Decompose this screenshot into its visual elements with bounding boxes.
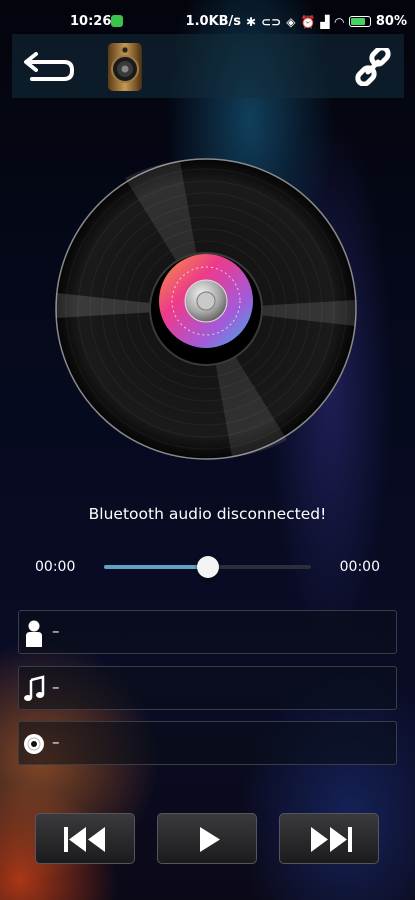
seek-progress (104, 565, 208, 569)
vibrate-icon: ◈ (286, 14, 296, 29)
play-icon (200, 827, 220, 852)
speaker-icon[interactable] (104, 42, 146, 92)
connection-status-message: Bluetooth audio disconnected! (88, 505, 327, 523)
album-row: – (18, 721, 397, 765)
play-button[interactable] (157, 813, 257, 864)
total-time: 00:00 (339, 559, 380, 575)
title-row: – (18, 666, 397, 710)
link-chain-icon[interactable] (352, 48, 394, 86)
next-track-icon (311, 827, 352, 852)
back-arrow-icon[interactable] (20, 48, 76, 84)
person-icon (26, 620, 42, 647)
hd-signal-icon: ▟ (320, 14, 330, 29)
battery-charging-icon (348, 16, 371, 27)
album-value: – (52, 733, 60, 751)
network-speed: 1.0KB/s (185, 14, 242, 29)
alarm-icon: ⏰ (300, 14, 316, 29)
vpn-key-icon: ⊂⊃ (261, 14, 282, 29)
previous-track-icon (64, 827, 105, 852)
bluetooth-icon: ✱ (246, 14, 257, 29)
status-time: 10:26 (70, 14, 112, 29)
status-right-group: 1.0KB/s ✱ ⊂⊃ ◈ ⏰ ▟ ◠ 80% (186, 14, 407, 29)
vinyl-record-artwork (55, 158, 357, 460)
artist-value: – (52, 622, 60, 640)
next-track-button[interactable] (279, 813, 379, 864)
previous-track-button[interactable] (35, 813, 135, 864)
app-notification-icon (111, 15, 123, 27)
seek-thumb[interactable] (196, 556, 219, 578)
title-value: – (52, 678, 60, 696)
seek-slider[interactable] (104, 556, 311, 578)
top-toolbar (12, 34, 404, 98)
current-time: 00:00 (35, 559, 76, 575)
artist-row: – (18, 610, 397, 654)
battery-percent: 80% (375, 14, 407, 29)
disc-icon (24, 734, 44, 754)
battery-level (350, 18, 365, 25)
music-note-icon (24, 675, 45, 701)
wifi-icon: ◠ (334, 14, 344, 29)
